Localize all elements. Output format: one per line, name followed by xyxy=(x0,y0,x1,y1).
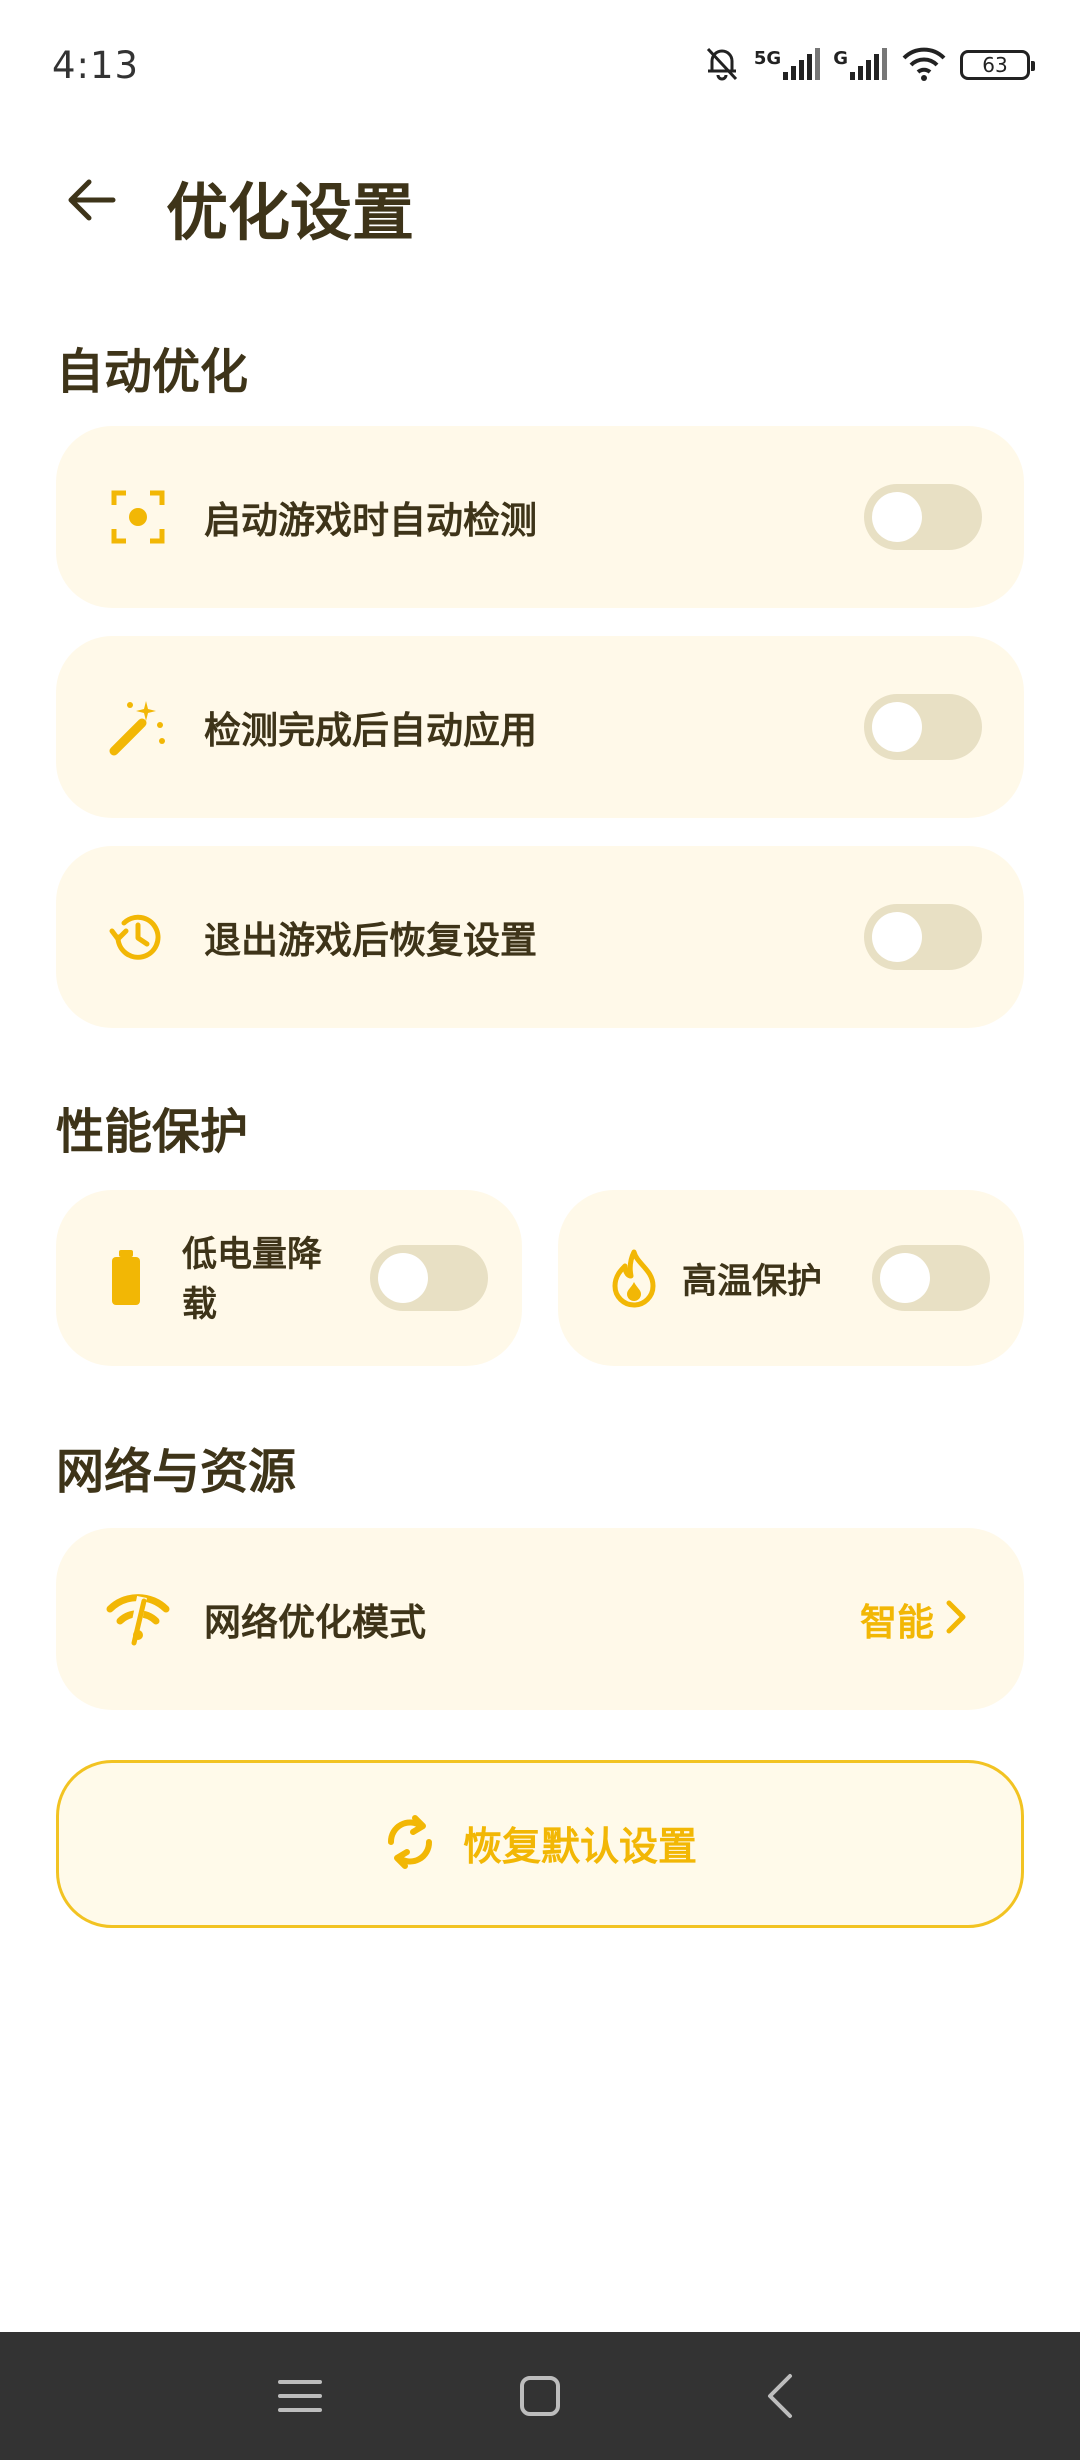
toggle-knob xyxy=(378,1253,428,1303)
signal-g-label: G xyxy=(833,48,848,69)
wifi-off-icon xyxy=(102,1583,174,1655)
reset-defaults-label: 恢复默认设置 xyxy=(462,1825,697,1870)
signal-5g-icon: 5G xyxy=(754,48,821,82)
toggle-restore-on-exit[interactable] xyxy=(864,904,982,970)
reset-defaults-button[interactable]: 恢复默认设置 xyxy=(56,1760,1024,1928)
setting-label-restore-on-exit: 退出游戏后恢复设置 xyxy=(204,919,537,962)
network-mode-value: 智能 xyxy=(860,1601,934,1644)
setting-label-low-battery-line2: 载 xyxy=(182,1285,218,1325)
nav-back-button[interactable] xyxy=(750,2366,810,2426)
nav-menu-button[interactable] xyxy=(270,2366,330,2426)
section-title-auto: 自动优化 xyxy=(56,344,249,400)
refresh-icon xyxy=(383,1812,437,1876)
setting-card-auto-apply: 检测完成后自动应用 xyxy=(56,636,1024,818)
arrow-left-icon xyxy=(68,179,116,221)
setting-card-low-battery: 低电量降 载 xyxy=(56,1190,522,1366)
toggle-knob xyxy=(872,912,922,962)
back-button[interactable] xyxy=(56,170,126,230)
flame-icon xyxy=(598,1242,670,1314)
section-title-perf: 性能保护 xyxy=(56,1104,249,1160)
section-title-network: 网络与资源 xyxy=(56,1444,297,1500)
battery-level: 63 xyxy=(982,53,1008,77)
toggle-knob xyxy=(872,702,922,752)
nav-home-button[interactable] xyxy=(510,2366,570,2426)
toggle-auto-apply[interactable] xyxy=(864,694,982,760)
menu-icon xyxy=(278,2380,322,2412)
page-title: 优化设置 xyxy=(166,176,415,249)
setting-label-low-battery: 低电量降 载 xyxy=(182,1230,322,1330)
setting-card-network-mode[interactable]: 网络优化模式 智能 xyxy=(56,1528,1024,1710)
status-bar: 4:13 5G G 63 xyxy=(0,0,1080,130)
battery-icon xyxy=(90,1242,162,1314)
focus-scan-icon xyxy=(102,481,174,553)
setting-card-high-temp: 高温保护 xyxy=(558,1190,1024,1366)
battery-indicator: 63 xyxy=(960,50,1035,80)
status-time: 4:13 xyxy=(52,43,140,87)
setting-card-restore-on-exit: 退出游戏后恢复设置 xyxy=(56,846,1024,1028)
setting-card-auto-detect: 启动游戏时自动检测 xyxy=(56,426,1024,608)
signal-g-icon: G xyxy=(833,48,888,82)
chevron-left-icon xyxy=(768,2374,792,2418)
setting-label-network-mode: 网络优化模式 xyxy=(204,1601,426,1644)
setting-label-auto-detect: 启动游戏时自动检测 xyxy=(204,499,537,542)
status-icons: 5G G 63 xyxy=(702,43,1035,87)
home-square-icon xyxy=(520,2376,560,2416)
magic-wand-icon xyxy=(102,691,174,763)
signal-5g-label: 5G xyxy=(753,48,782,69)
system-nav-bar xyxy=(0,2332,1080,2460)
setting-label-low-battery-line1: 低电量降 xyxy=(182,1235,323,1275)
toggle-high-temp[interactable] xyxy=(872,1245,990,1311)
mute-bell-icon xyxy=(702,43,742,87)
toggle-auto-detect[interactable] xyxy=(864,484,982,550)
chevron-right-icon xyxy=(944,1599,968,1639)
toggle-knob xyxy=(872,492,922,542)
setting-label-auto-apply: 检测完成后自动应用 xyxy=(204,709,537,752)
wifi-icon xyxy=(900,44,948,86)
toggle-low-battery[interactable] xyxy=(370,1245,488,1311)
app-header: 优化设置 xyxy=(0,150,1080,250)
toggle-knob xyxy=(880,1253,930,1303)
setting-label-high-temp: 高温保护 xyxy=(682,1261,823,1302)
history-icon xyxy=(102,901,174,973)
